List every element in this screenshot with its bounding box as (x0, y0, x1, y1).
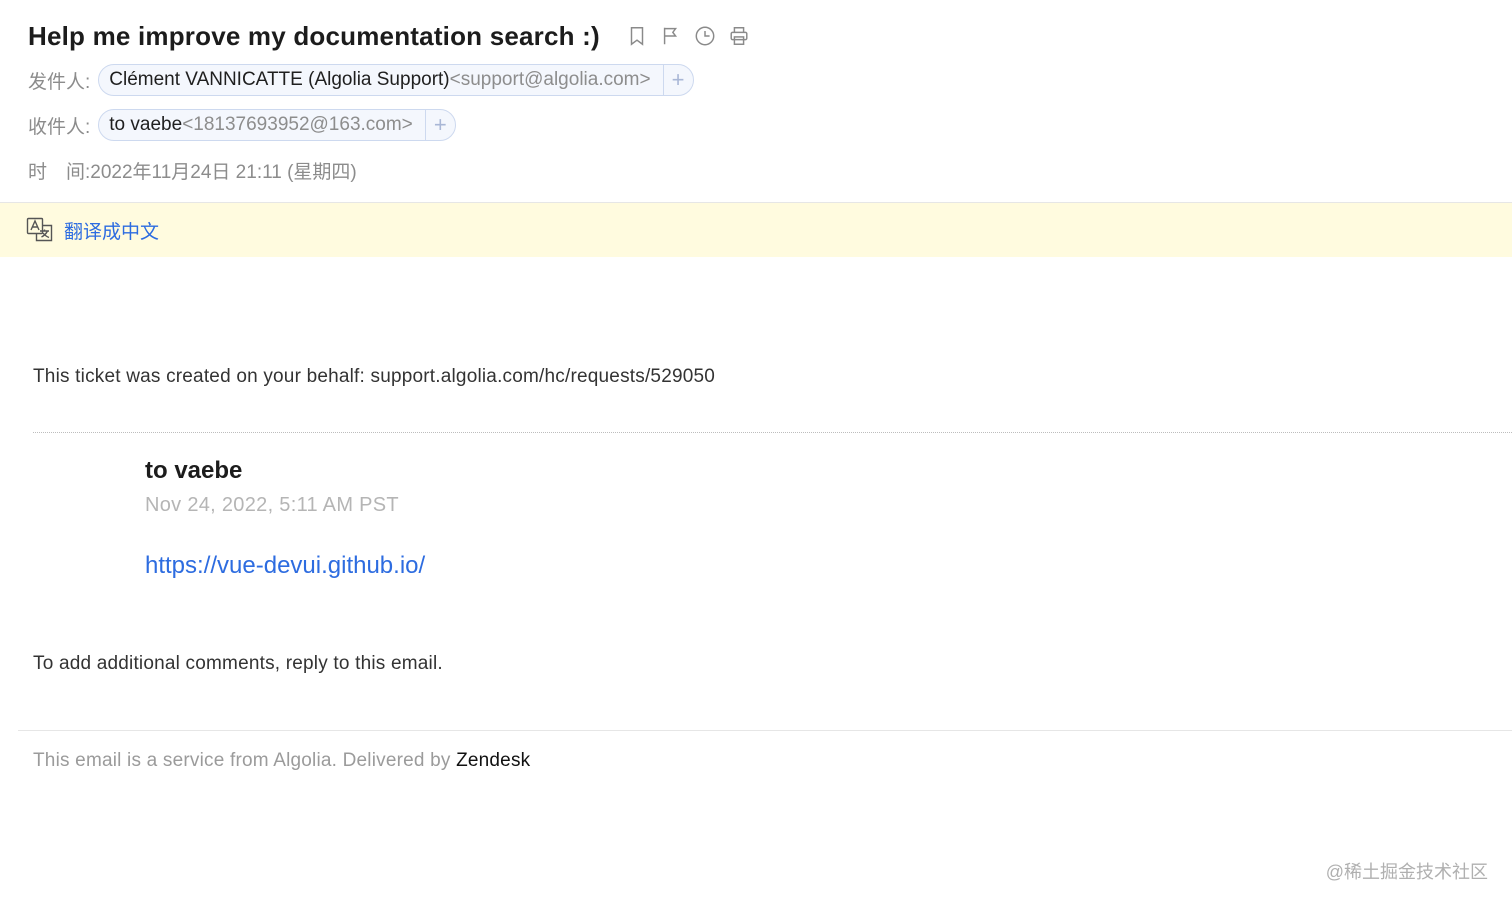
recipient-name: to vaebe (109, 114, 183, 135)
translate-bar: 翻译成中文 (0, 203, 1512, 257)
email-subject: Help me improve my documentation search … (28, 20, 600, 51)
from-label: 发件人: (28, 71, 91, 93)
add-recipient-contact-button[interactable]: + (424, 110, 455, 140)
clock-icon[interactable] (694, 25, 717, 48)
recipient-address: <18137693952@163.com> (182, 114, 413, 135)
sender-contact[interactable]: Clément VANNICATTE (Algolia Support)<sup… (99, 69, 662, 91)
message-link[interactable]: https://vue-devui.github.io/ (145, 552, 425, 580)
to-label: 收件人: (28, 116, 91, 138)
subject-row: Help me improve my documentation search … (28, 18, 751, 54)
reply-line: To add additional comments, reply to thi… (33, 653, 443, 674)
footer-text: This email is a service from Algolia. De… (33, 750, 457, 771)
recipient-chip[interactable]: to vaebe<18137693952@163.com> + (98, 109, 456, 141)
time-row: 时 间: 2022年11月24日 21:11 (星期四) (28, 154, 357, 186)
sender-address: <support@algolia.com> (449, 69, 651, 90)
watermark: @稀土掘金技术社区 (1325, 862, 1488, 882)
footer-divider (18, 730, 1512, 731)
translate-link[interactable]: 翻译成中文 (64, 217, 159, 244)
add-sender-contact-button[interactable]: + (662, 65, 693, 95)
time-label: 时 间: (28, 161, 91, 183)
footer: This email is a service from Algolia. De… (33, 750, 530, 772)
ticket-line: This ticket was created on your behalf: … (33, 366, 716, 387)
from-row: 发件人: Clément VANNICATTE (Algolia Support… (28, 64, 694, 96)
sender-chip[interactable]: Clément VANNICATTE (Algolia Support)<sup… (98, 64, 694, 96)
translate-icon[interactable] (26, 217, 54, 243)
flag-icon[interactable] (660, 25, 683, 48)
to-row: 收件人: to vaebe<18137693952@163.com> + (28, 109, 456, 141)
message-author: to vaebe (145, 457, 243, 484)
recipient-contact[interactable]: to vaebe<18137693952@163.com> (99, 114, 425, 136)
printer-icon[interactable] (728, 25, 751, 48)
footer-brand-link[interactable]: Zendesk (456, 750, 530, 771)
message-divider (33, 432, 1512, 433)
time-value: 2022年11月24日 21:11 (星期四) (90, 161, 357, 183)
bookmark-icon[interactable] (626, 25, 649, 48)
message-date: Nov 24, 2022, 5:11 AM PST (145, 494, 399, 516)
sender-name: Clément VANNICATTE (Algolia Support) (109, 69, 450, 90)
email-toolbar (626, 25, 751, 48)
